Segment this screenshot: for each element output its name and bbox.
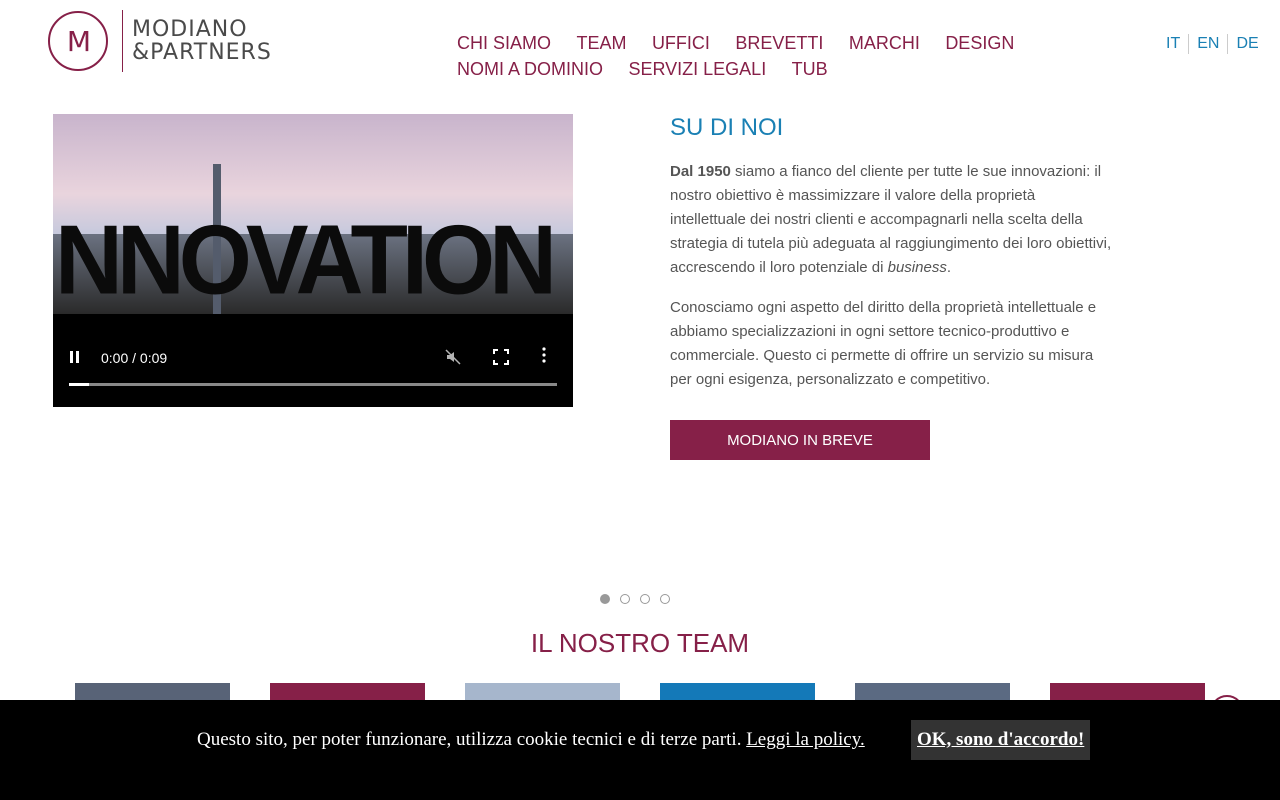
logo-line-2: &PARTNERS <box>132 40 272 65</box>
logo-line-1: MODIANO <box>132 17 248 42</box>
carousel-dot-4[interactable] <box>660 594 670 604</box>
about-section: SU DI NOI Dal 1950 siamo a fianco del cl… <box>670 110 1115 408</box>
language-switcher: IT EN DE <box>1158 34 1267 54</box>
carousel-dots <box>600 594 680 604</box>
cookie-message: Questo sito, per poter funzionare, utili… <box>197 729 865 751</box>
video-player[interactable]: NNOVATION 0:00 / 0:09 <box>53 114 573 407</box>
more-options-button[interactable] <box>541 347 557 365</box>
modiano-in-breve-button[interactable]: MODIANO IN BREVE <box>670 420 930 460</box>
video-controls: 0:00 / 0:09 <box>53 314 573 407</box>
about-italic-word: business <box>887 259 947 276</box>
logo-wordmark: MODIANO &PARTNERS <box>132 18 272 64</box>
video-title-word: NNOVATION <box>55 204 557 315</box>
video-time: 0:00 / 0:09 <box>101 350 168 366</box>
logo-divider <box>122 10 123 72</box>
lang-en[interactable]: EN <box>1188 34 1227 54</box>
video-progress-bar[interactable] <box>69 383 557 386</box>
carousel-dot-1[interactable] <box>600 594 610 604</box>
carousel-dot-3[interactable] <box>640 594 650 604</box>
nav-item-brevetti[interactable]: BREVETTI <box>735 30 823 56</box>
carousel-dot-2[interactable] <box>620 594 630 604</box>
cookie-policy-link[interactable]: Leggi la policy. <box>746 729 865 750</box>
about-paragraph-1: Dal 1950 siamo a fianco del cliente per … <box>670 160 1115 280</box>
nav-item-team[interactable]: TEAM <box>576 30 626 56</box>
logo[interactable]: M MODIANO &PARTNERS <box>48 10 272 72</box>
site-header: M MODIANO &PARTNERS CHI SIAMO TEAM UFFIC… <box>0 0 1280 100</box>
cookie-banner: Questo sito, per poter funzionare, utili… <box>0 700 1280 800</box>
pause-button[interactable] <box>69 350 83 364</box>
about-year: Dal 1950 <box>670 163 731 180</box>
nav-item-tub[interactable]: TUB <box>792 56 828 82</box>
nav-item-servizi-legali[interactable]: SERVIZI LEGALI <box>628 56 766 82</box>
lang-de[interactable]: DE <box>1227 34 1266 54</box>
logo-mark: M <box>48 11 108 71</box>
mute-button[interactable] <box>445 349 461 365</box>
about-title: SU DI NOI <box>670 114 784 141</box>
lang-it[interactable]: IT <box>1158 34 1188 54</box>
volume-muted-icon <box>445 349 461 365</box>
team-title: IL NOSTRO TEAM <box>530 628 750 658</box>
nav-item-design[interactable]: DESIGN <box>945 30 1014 56</box>
main-nav: CHI SIAMO TEAM UFFICI BREVETTI MARCHI DE… <box>457 30 1137 82</box>
video-frame: NNOVATION <box>53 114 573 315</box>
cookie-text: Questo sito, per poter funzionare, utili… <box>197 729 747 750</box>
more-vertical-icon <box>542 347 546 363</box>
pause-icon <box>70 351 79 363</box>
nav-item-nomi-a-dominio[interactable]: NOMI A DOMINIO <box>457 56 603 82</box>
nav-item-chi-siamo[interactable]: CHI SIAMO <box>457 30 551 56</box>
nav-item-marchi[interactable]: MARCHI <box>849 30 920 56</box>
nav-item-uffici[interactable]: UFFICI <box>652 30 710 56</box>
cookie-accept-button[interactable]: OK, sono d'accordo! <box>911 720 1091 760</box>
fullscreen-icon <box>493 349 509 365</box>
video-progress-fill <box>69 383 89 386</box>
fullscreen-button[interactable] <box>493 349 509 365</box>
about-paragraph-2: Conosciamo ogni aspetto del diritto dell… <box>670 299 1097 388</box>
about-text-1-end: . <box>946 259 951 276</box>
